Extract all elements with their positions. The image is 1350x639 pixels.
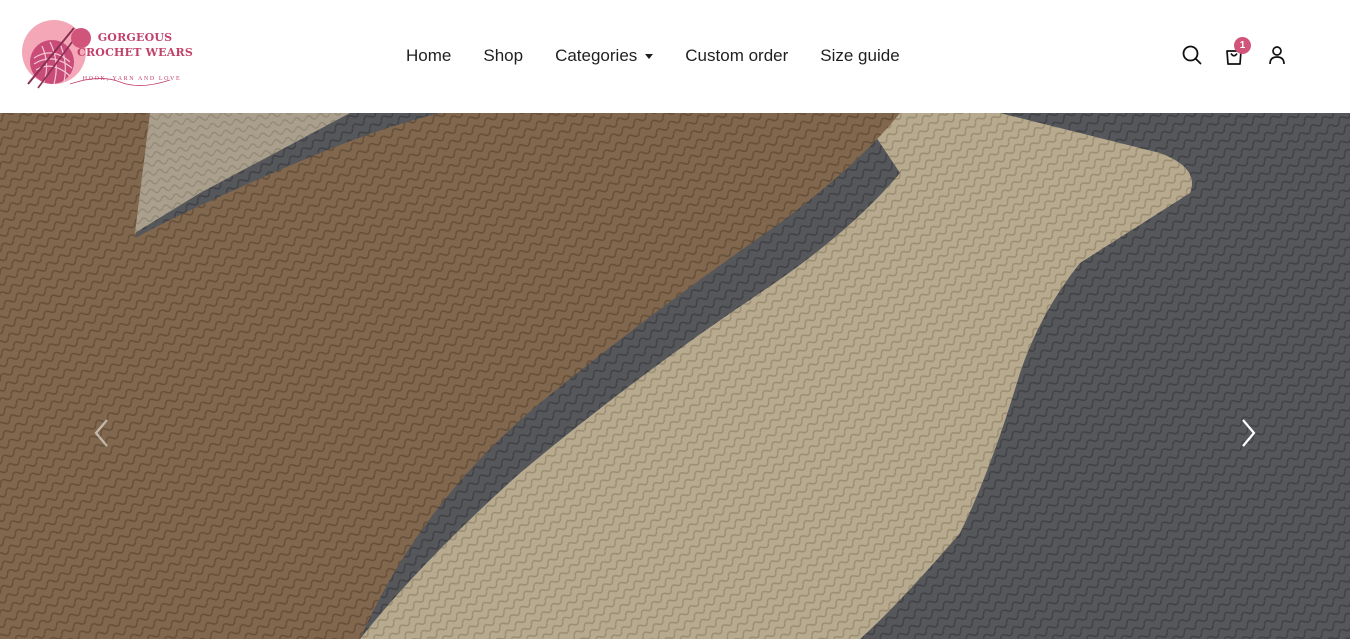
main-nav: Home Shop Categories Custom order Size g…	[406, 44, 932, 68]
cart-button[interactable]: 1	[1221, 37, 1251, 68]
chevron-right-icon	[1242, 419, 1256, 447]
brand-name-line1: GORGEOUS	[97, 31, 173, 44]
chevron-left-icon	[94, 419, 108, 447]
brand-tagline: HOOK, YARN AND LOVE	[82, 76, 182, 82]
brand-name: GORGEOUS CROCHET WEARS	[75, 30, 195, 60]
user-icon	[1269, 46, 1285, 65]
brand-name-line2: CROCHET WEARS	[77, 46, 193, 59]
hero-carousel	[0, 113, 1350, 639]
caret-down-icon	[645, 53, 654, 59]
nav-custom-order[interactable]: Custom order	[685, 46, 788, 66]
site-header: GORGEOUS CROCHET WEARS HOOK, YARN AND LO…	[0, 0, 1350, 113]
brand-logo[interactable]: GORGEOUS CROCHET WEARS HOOK, YARN AND LO…	[20, 18, 195, 92]
cart-count-badge: 1	[1234, 37, 1251, 54]
account-button[interactable]	[1264, 42, 1290, 68]
carousel-prev-button[interactable]	[82, 413, 122, 453]
search-button[interactable]	[1179, 42, 1205, 68]
nav-shop[interactable]: Shop	[483, 46, 523, 66]
nav-categories[interactable]: Categories	[555, 46, 654, 66]
search-icon	[1182, 45, 1202, 65]
nav-categories-label: Categories	[555, 46, 638, 65]
nav-home[interactable]: Home	[406, 46, 451, 66]
nav-size-guide[interactable]: Size guide	[820, 46, 899, 66]
carousel-next-button[interactable]	[1228, 413, 1268, 453]
hero-overlay	[0, 113, 1350, 639]
